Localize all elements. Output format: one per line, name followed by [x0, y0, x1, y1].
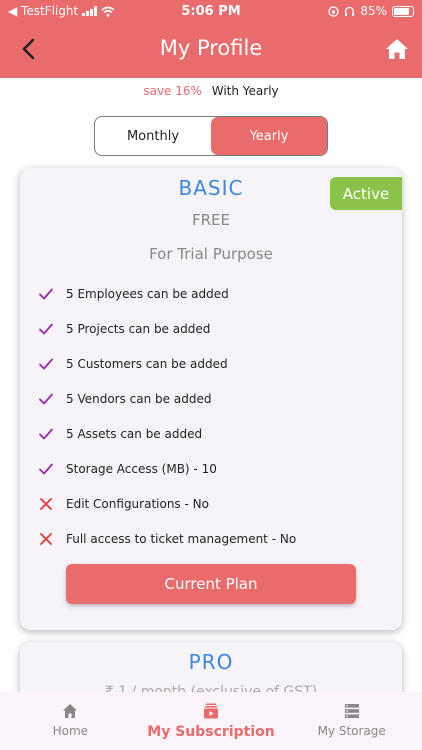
- promo-percent: save 16%: [143, 84, 202, 98]
- plan-description: For Trial Purpose: [149, 245, 273, 263]
- feature-list: 5 Employees can be added 5 Projects can b…: [38, 276, 388, 556]
- billing-toggle: Monthly Yearly: [94, 116, 328, 156]
- cross-icon: [40, 532, 52, 545]
- feature-item: Storage Access (MB) - 10: [38, 451, 388, 486]
- plan-price: FREE: [191, 211, 230, 229]
- check-icon: [39, 393, 53, 404]
- check-icon: [39, 358, 53, 369]
- headphones-icon: [345, 6, 355, 16]
- check-icon: [39, 428, 53, 439]
- storage-icon: [344, 704, 359, 718]
- home-icon[interactable]: [384, 36, 410, 62]
- top-bar: ◀ TestFlight 5:06 PM 85% My Profile: [0, 0, 422, 78]
- plan-card-basic: Active BASIC FREE For Trial Purpose 5 Em…: [20, 168, 402, 630]
- feature-text: Full access to ticket management - No: [66, 531, 297, 546]
- feature-text: 5 Customers can be added: [66, 356, 228, 371]
- tab-home[interactable]: Home: [0, 692, 141, 750]
- feature-text: 5 Projects can be added: [66, 321, 211, 336]
- yearly-option[interactable]: Yearly: [211, 117, 327, 155]
- feature-text: 5 Employees can be added: [66, 286, 229, 301]
- feature-item: 5 Assets can be added: [38, 416, 388, 451]
- rotation-lock-icon: [328, 5, 339, 17]
- app-header: My Profile: [0, 22, 422, 78]
- status-bar: ◀ TestFlight 5:06 PM 85%: [0, 0, 422, 22]
- promo-text: With Yearly: [211, 84, 279, 98]
- page-title: My Profile: [159, 36, 263, 60]
- feature-item: Edit Configurations - No: [38, 486, 388, 521]
- monthly-option[interactable]: Monthly: [95, 117, 211, 155]
- bottom-tab-bar: Home My Subscription My Storage: [0, 692, 422, 750]
- tab-my-storage[interactable]: My Storage: [281, 692, 422, 750]
- plan-name: BASIC: [178, 176, 244, 200]
- tab-label: My Subscription: [147, 724, 275, 740]
- check-icon: [39, 288, 53, 299]
- subscription-icon: [204, 703, 218, 719]
- feature-item: Full access to ticket management - No: [38, 521, 388, 556]
- battery-percent: 85%: [360, 4, 387, 18]
- feature-item: 5 Projects can be added: [38, 311, 388, 346]
- feature-item: 5 Vendors can be added: [38, 381, 388, 416]
- yearly-promo: save 16% With Yearly: [0, 84, 422, 98]
- cross-icon: [40, 497, 52, 510]
- check-icon: [39, 323, 53, 334]
- tab-label: My Storage: [317, 724, 386, 738]
- feature-item: 5 Employees can be added: [38, 276, 388, 311]
- current-plan-button[interactable]: Current Plan: [66, 564, 356, 604]
- tab-label: Home: [52, 724, 89, 738]
- feature-text: Edit Configurations - No: [66, 496, 209, 511]
- feature-text: 5 Assets can be added: [66, 426, 203, 441]
- home-icon: [63, 704, 78, 718]
- check-icon: [39, 463, 53, 474]
- feature-text: Storage Access (MB) - 10: [66, 461, 217, 476]
- plan-name: PRO: [188, 650, 234, 674]
- battery-icon: [392, 5, 414, 17]
- feature-item: 5 Customers can be added: [38, 346, 388, 381]
- tab-my-subscription[interactable]: My Subscription: [141, 692, 282, 750]
- feature-text: 5 Vendors can be added: [66, 391, 212, 406]
